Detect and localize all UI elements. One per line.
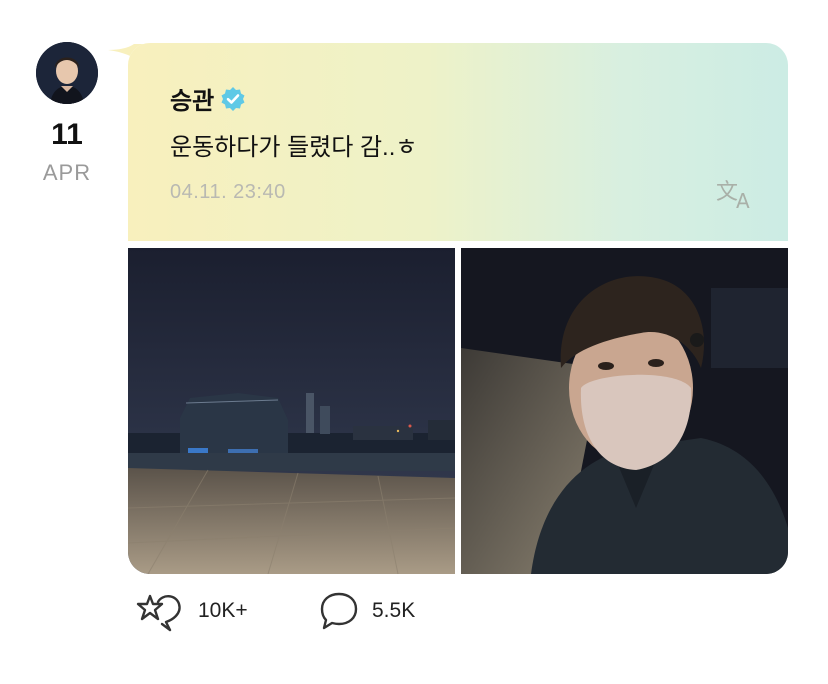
post-page: 11 APR 승관 운동하다가 들렸다 감..ㅎ 04.11. 23:40 文 …	[0, 0, 828, 684]
author-row: 승관	[170, 81, 246, 116]
post-text: 운동하다가 들렸다 감..ㅎ	[170, 134, 418, 161]
verified-badge-icon	[221, 86, 245, 111]
svg-text:文: 文	[716, 180, 738, 205]
date-day: 11	[51, 118, 83, 151]
like-count: 10K+	[198, 599, 248, 622]
svg-text:A: A	[736, 189, 750, 211]
post-header: 승관 운동하다가 들렸다 감..ㅎ 04.11. 23:40 文 A	[128, 43, 788, 241]
comment-icon	[320, 592, 358, 630]
like-action[interactable]: 10K+	[136, 590, 248, 632]
photo-selfie[interactable]	[461, 248, 788, 574]
like-icon	[136, 594, 181, 632]
comment-action[interactable]: 5.5K	[318, 590, 415, 632]
post-card[interactable]: 승관 운동하다가 들렸다 감..ㅎ 04.11. 23:40 文 A	[128, 43, 788, 574]
photo-night-park[interactable]	[128, 248, 455, 574]
avatar[interactable]	[36, 42, 98, 104]
author-name[interactable]: 승관	[170, 81, 214, 116]
post-timestamp: 04.11. 23:40	[170, 181, 286, 203]
date-month: APR	[42, 160, 92, 185]
translate-icon[interactable]: 文 A	[716, 177, 758, 211]
comment-count: 5.5K	[372, 599, 416, 622]
